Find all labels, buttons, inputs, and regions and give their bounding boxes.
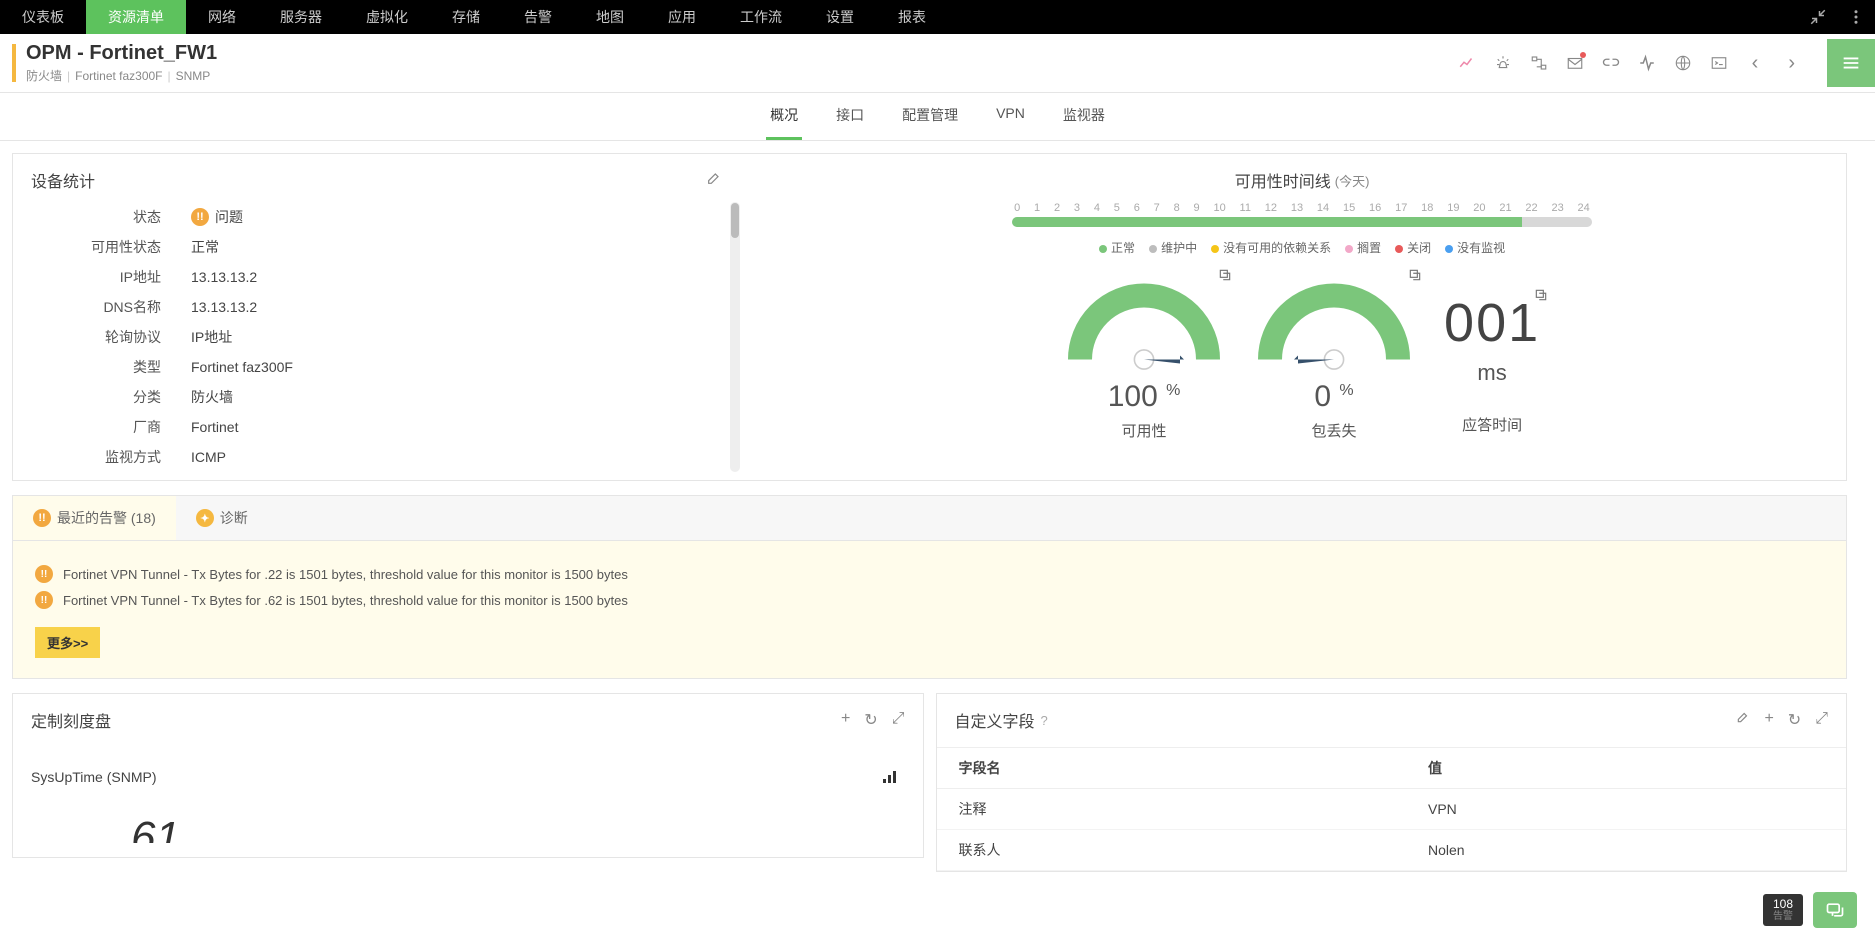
nav-item[interactable]: 设置: [804, 0, 876, 34]
packet-loss-gauge: 0 % 包丢失: [1254, 276, 1414, 441]
stat-row: DNS名称13.13.13.2: [31, 292, 726, 322]
top-nav: 仪表板资源清单网络服务器虚拟化存储告警地图应用工作流设置报表: [0, 0, 1875, 34]
availability-title: 可用性时间线: [1235, 168, 1331, 192]
device-stats-title: 设备统计: [31, 168, 95, 192]
availability-card: 可用性时间线 (今天) 0123456789101112131415161718…: [758, 154, 1846, 480]
alert-row[interactable]: !!Fortinet VPN Tunnel - Tx Bytes for .22…: [35, 561, 1824, 587]
page-title: OPM - Fortinet_FW1: [26, 42, 217, 65]
stat-row: 监视方式ICMP: [31, 442, 726, 472]
signal-icon: [883, 769, 899, 786]
expand-icon[interactable]: ⤢: [892, 710, 905, 730]
table-row: 注释VPN: [937, 789, 1847, 830]
network-icon[interactable]: [1530, 54, 1548, 72]
add-icon[interactable]: +: [1764, 710, 1773, 730]
stat-row: 类型Fortinet faz300F: [31, 352, 726, 382]
subtab[interactable]: VPN: [992, 93, 1029, 140]
prev-icon[interactable]: ‹: [1746, 52, 1765, 75]
expand-icon[interactable]: ⤢: [1815, 710, 1828, 730]
legend-item: 搁置: [1345, 239, 1381, 256]
nav-item[interactable]: 虚拟化: [344, 0, 430, 34]
link-icon[interactable]: [1602, 54, 1620, 72]
accent-bar: [12, 44, 16, 82]
nav-item[interactable]: 资源清单: [86, 0, 186, 34]
next-icon[interactable]: ›: [1782, 52, 1801, 75]
dial-value: 61: [131, 813, 905, 843]
subtab[interactable]: 概况: [766, 93, 802, 140]
subtab[interactable]: 配置管理: [898, 93, 962, 140]
alert-count-badge[interactable]: 108 告警: [1763, 894, 1803, 926]
alert-icon[interactable]: [1494, 54, 1512, 72]
breadcrumb: 防火墙|Fortinet faz300F|SNMP: [26, 67, 217, 84]
alerts-card: !!最近的告警 (18) ✦诊断 !!Fortinet VPN Tunnel -…: [12, 495, 1847, 679]
refresh-icon[interactable]: ↻: [864, 710, 877, 730]
header-actions: ‹ ›: [1458, 47, 1857, 79]
more-icon[interactable]: [1837, 0, 1875, 34]
content-scroll[interactable]: 设备统计 状态!!问题可用性状态正常IP地址13.13.13.2DNS名称13.…: [0, 141, 1875, 945]
availability-timeline: 0123456789101112131415161718192021222324…: [1012, 202, 1592, 256]
nav-item[interactable]: 工作流: [718, 0, 804, 34]
tab-recent-alerts[interactable]: !!最近的告警 (18): [13, 496, 176, 540]
more-button[interactable]: 更多>>: [35, 627, 100, 658]
table-row: 联系人Nolen: [937, 830, 1847, 871]
nav-item[interactable]: 告警: [502, 0, 574, 34]
custom-fields-card: 自定义字段 ? + ↻ ⤢ 字段名 值 注释VPN联系人Nolen: [936, 693, 1848, 872]
response-time: 001 ms 应答时间: [1444, 296, 1540, 441]
terminal-icon[interactable]: [1710, 54, 1728, 72]
fields-table: 字段名 值 注释VPN联系人Nolen: [937, 747, 1847, 871]
subtab[interactable]: 接口: [832, 93, 868, 140]
sub-tabs: 概况接口配置管理 VPN 监视器: [0, 93, 1875, 141]
tab-diagnostics[interactable]: ✦诊断: [176, 496, 268, 540]
nav-item[interactable]: 地图: [574, 0, 646, 34]
warning-icon: !!: [35, 565, 53, 583]
stat-row: 分类防火墙: [31, 382, 726, 412]
refresh-icon[interactable]: ↻: [1788, 710, 1801, 730]
availability-period: (今天): [1335, 171, 1370, 190]
legend-item: 没有监视: [1445, 239, 1505, 256]
custom-fields-title: 自定义字段: [955, 708, 1035, 732]
dial-item[interactable]: SysUpTime (SNMP): [31, 761, 905, 793]
edit-icon[interactable]: [1736, 710, 1750, 730]
add-icon[interactable]: +: [841, 710, 850, 730]
compress-icon[interactable]: [1799, 0, 1837, 34]
globe-icon[interactable]: [1674, 54, 1692, 72]
nav-item[interactable]: 报表: [876, 0, 948, 34]
stat-row: 轮询协议IP地址: [31, 322, 726, 352]
timeline-bar: [1012, 217, 1592, 227]
nav-item[interactable]: 服务器: [258, 0, 344, 34]
page-header: OPM - Fortinet_FW1 防火墙|Fortinet faz300F|…: [0, 34, 1875, 93]
stat-row: IP地址13.13.13.2: [31, 262, 726, 292]
legend-item: 关闭: [1395, 239, 1431, 256]
stat-row: 状态!!问题: [31, 202, 726, 232]
footer-badges: 108 告警: [1763, 892, 1857, 928]
legend-item: 维护中: [1149, 239, 1197, 256]
nav-item[interactable]: 存储: [430, 0, 502, 34]
expand-icon[interactable]: [1534, 288, 1548, 305]
stat-row: 可用性状态正常: [31, 232, 726, 262]
col-value: 值: [1406, 748, 1846, 789]
alert-row[interactable]: !!Fortinet VPN Tunnel - Tx Bytes for .62…: [35, 587, 1824, 613]
stats-scrollbar[interactable]: [730, 202, 740, 472]
chart-icon[interactable]: [1458, 54, 1476, 72]
legend-item: 没有可用的依赖关系: [1211, 239, 1331, 256]
col-name: 字段名: [937, 748, 1407, 789]
custom-dials-card: 定制刻度盘 + ↻ ⤢ SysUpTime (SNMP) 61: [12, 693, 924, 858]
nav-item[interactable]: 仪表板: [0, 0, 86, 34]
availability-gauge: 100 % 可用性: [1064, 276, 1224, 441]
subtab[interactable]: 监视器: [1059, 93, 1109, 140]
nav-spacer: [948, 0, 1799, 34]
device-stats-card: 设备统计 状态!!问题可用性状态正常IP地址13.13.13.2DNS名称13.…: [13, 154, 746, 480]
help-icon[interactable]: ?: [1041, 713, 1048, 728]
nav-item[interactable]: 应用: [646, 0, 718, 34]
activity-icon[interactable]: [1638, 54, 1656, 72]
warning-icon: !!: [191, 208, 209, 226]
stat-row: 厂商Fortinet: [31, 412, 726, 442]
warning-icon: !!: [35, 591, 53, 609]
mail-icon[interactable]: [1566, 54, 1584, 72]
edit-icon[interactable]: [706, 170, 722, 191]
custom-dials-title: 定制刻度盘: [31, 708, 111, 732]
nav-item[interactable]: 网络: [186, 0, 258, 34]
legend-item: 正常: [1099, 239, 1135, 256]
chat-button[interactable]: [1813, 892, 1857, 928]
menu-button[interactable]: [1827, 39, 1875, 87]
